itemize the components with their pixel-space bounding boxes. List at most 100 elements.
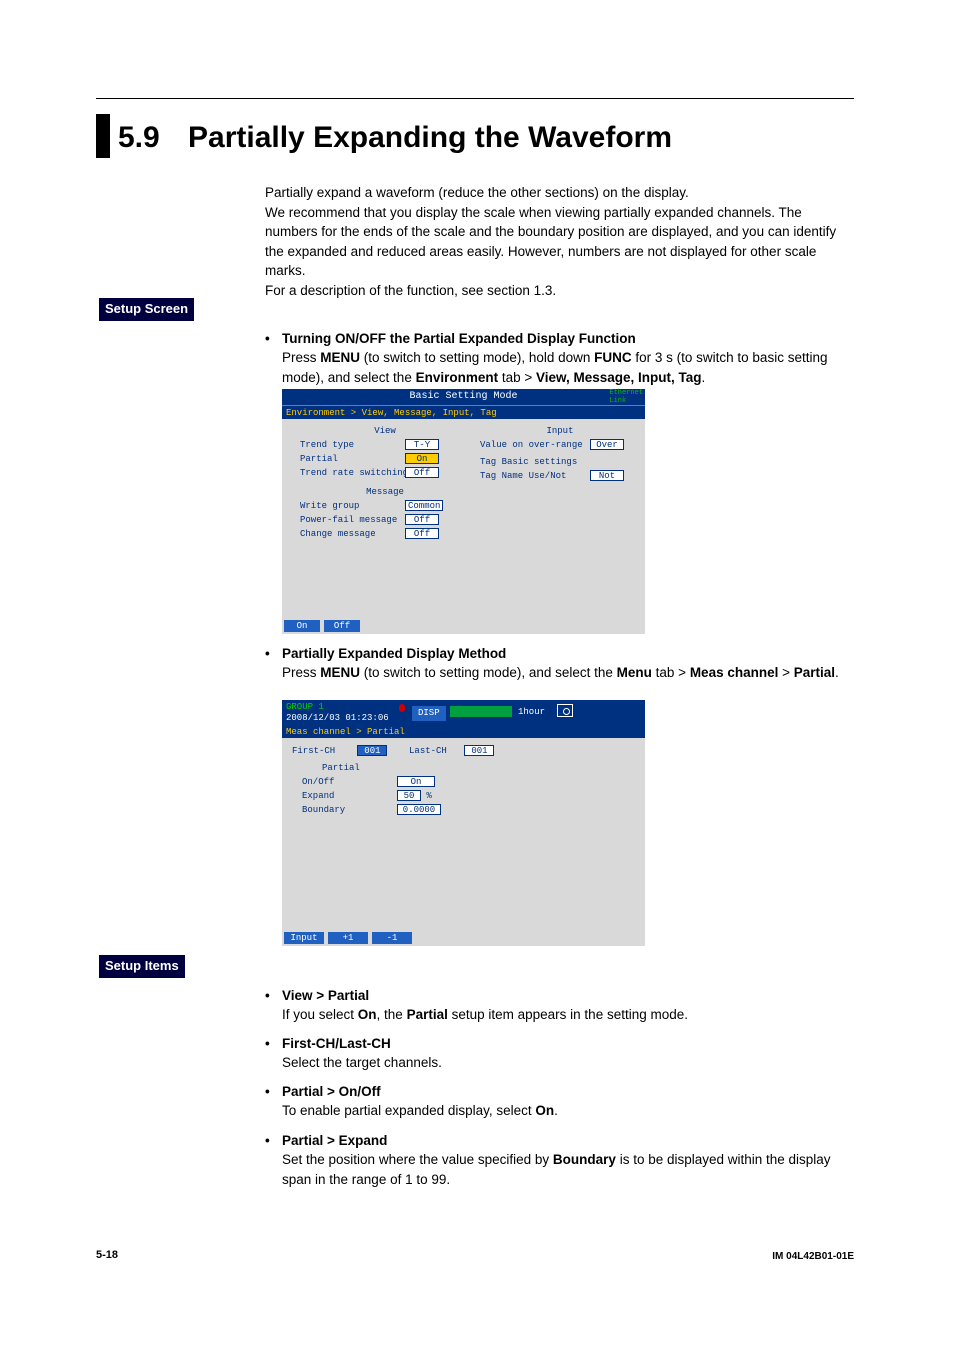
expand-field[interactable]: 50 xyxy=(397,790,421,801)
breadcrumb: Meas channel > Partial xyxy=(282,726,645,738)
nav-path: View, Message, Input, Tag xyxy=(536,370,702,385)
bullet-icon: • xyxy=(265,644,270,664)
first-ch-label: First-CH xyxy=(292,744,352,758)
time-span: 1hour xyxy=(518,706,545,719)
bullet2-body: Press MENU (to switch to setting mode), … xyxy=(282,663,844,683)
bullet2-title: Partially Expanded Display Method xyxy=(282,644,844,664)
ethernet-link-label: Ethernet Link xyxy=(609,389,643,405)
expand-unit: % xyxy=(426,791,431,801)
view-header: View xyxy=(300,425,470,438)
input-header: Input xyxy=(480,425,640,438)
partial-setting-screenshot: GROUP 1 2008/12/03 01:23:06 DISP 1hour M… xyxy=(282,700,645,946)
t: . xyxy=(835,665,839,680)
page-number: 5-18 xyxy=(96,1248,118,1264)
t: If you select xyxy=(282,1007,358,1022)
item2-body: Select the target channels. xyxy=(282,1053,844,1073)
section-marker xyxy=(96,114,110,158)
bullet1-body: Press MENU (to switch to setting mode), … xyxy=(282,348,844,387)
onoff-field[interactable]: On xyxy=(397,776,435,787)
bullet-icon: • xyxy=(265,1034,270,1054)
input-button[interactable]: Input xyxy=(284,932,324,944)
t: Press xyxy=(282,665,320,680)
bullet-icon: • xyxy=(265,329,270,349)
record-icon xyxy=(396,704,408,718)
status-bar: GROUP 1 2008/12/03 01:23:06 DISP 1hour xyxy=(282,700,645,726)
disp-badge: DISP xyxy=(412,706,446,721)
item1-body: If you select On, the Partial setup item… xyxy=(282,1005,844,1025)
intro-paragraph: Partially expand a waveform (reduce the … xyxy=(265,183,844,300)
partial-field[interactable]: On xyxy=(405,453,439,464)
partial-item: Partial xyxy=(407,1007,448,1022)
power-fail-message-field[interactable]: Off xyxy=(405,514,439,525)
change-message-label: Change message xyxy=(300,527,405,541)
on-option: On xyxy=(535,1103,554,1118)
item1-title: View > Partial xyxy=(282,986,844,1006)
expand-label: Expand xyxy=(302,789,397,803)
t: setup item appears in the setting mode. xyxy=(448,1007,688,1022)
bullet-icon: • xyxy=(265,1082,270,1102)
on-option: On xyxy=(358,1007,377,1022)
off-button[interactable]: Off xyxy=(324,620,360,632)
value-over-range-field[interactable]: Over xyxy=(590,439,624,450)
t: Set the position where the value specifi… xyxy=(282,1152,553,1167)
t: . xyxy=(554,1103,558,1118)
last-ch-field[interactable]: 001 xyxy=(464,745,494,756)
menu-tab: Menu xyxy=(617,665,652,680)
window-title: Basic Setting Mode xyxy=(282,389,645,405)
softkey-bar: Input +1 -1 xyxy=(282,932,414,946)
write-group-field[interactable]: Common xyxy=(405,500,443,511)
onoff-label: On/Off xyxy=(302,775,397,789)
boundary-term: Boundary xyxy=(553,1152,616,1167)
t: > xyxy=(778,665,793,680)
basic-setting-mode-screenshot: Basic Setting Mode Ethernet Link Environ… xyxy=(282,389,645,634)
first-ch-field[interactable]: 001 xyxy=(357,745,387,756)
t: (to switch to setting mode), and select … xyxy=(360,665,617,680)
top-rule xyxy=(96,98,854,99)
trend-type-field[interactable]: T-Y xyxy=(405,439,439,450)
menu-key: MENU xyxy=(320,350,360,365)
minus-one-button[interactable]: -1 xyxy=(372,932,412,944)
partial-section-header: Partial xyxy=(322,762,635,775)
t: tab > xyxy=(498,370,536,385)
setup-screen-badge: Setup Screen xyxy=(99,298,194,321)
write-group-label: Write group xyxy=(300,499,405,513)
last-ch-label: Last-CH xyxy=(409,744,459,758)
document-id: IM 04L42B01-01E xyxy=(772,1250,854,1265)
bullet1-title: Turning ON/OFF the Partial Expanded Disp… xyxy=(282,329,844,349)
change-message-field[interactable]: Off xyxy=(405,528,439,539)
camera-icon xyxy=(557,704,573,717)
t: , the xyxy=(377,1007,407,1022)
t: . xyxy=(702,370,706,385)
environment-tab: Environment xyxy=(416,370,499,385)
on-button[interactable]: On xyxy=(284,620,320,632)
bullet-icon: • xyxy=(265,1131,270,1151)
tag-name-use-label: Tag Name Use/Not xyxy=(480,469,590,483)
partial-label: Partial xyxy=(300,452,405,466)
section-title: Partially Expanding the Waveform xyxy=(188,116,672,160)
tag-basic-settings-header: Tag Basic settings xyxy=(480,456,640,469)
boundary-field[interactable]: 0.0000 xyxy=(397,804,441,815)
softkey-bar: On Off xyxy=(282,620,362,634)
t: tab > xyxy=(652,665,690,680)
t: Press xyxy=(282,350,320,365)
item3-title: Partial > On/Off xyxy=(282,1082,844,1102)
boundary-label: Boundary xyxy=(302,803,397,817)
message-header: Message xyxy=(300,486,470,499)
setup-items-badge: Setup Items xyxy=(99,955,185,978)
breadcrumb: Environment > View, Message, Input, Tag xyxy=(282,405,645,419)
progress-bar xyxy=(450,706,512,717)
bullet-icon: • xyxy=(265,986,270,1006)
t: (to switch to setting mode), hold down xyxy=(360,350,594,365)
item4-body: Set the position where the value specifi… xyxy=(282,1150,844,1189)
tag-name-use-field[interactable]: Not xyxy=(590,470,624,481)
partial-item: Partial xyxy=(794,665,835,680)
item3-body: To enable partial expanded display, sele… xyxy=(282,1101,844,1121)
func-key: FUNC xyxy=(594,350,632,365)
t: To enable partial expanded display, sele… xyxy=(282,1103,535,1118)
plus-one-button[interactable]: +1 xyxy=(328,932,368,944)
trend-type-label: Trend type xyxy=(300,438,405,452)
trend-rate-switching-field[interactable]: Off xyxy=(405,467,439,478)
section-number: 5.9 xyxy=(118,116,160,160)
item2-title: First-CH/Last-CH xyxy=(282,1034,844,1054)
item4-title: Partial > Expand xyxy=(282,1131,844,1151)
